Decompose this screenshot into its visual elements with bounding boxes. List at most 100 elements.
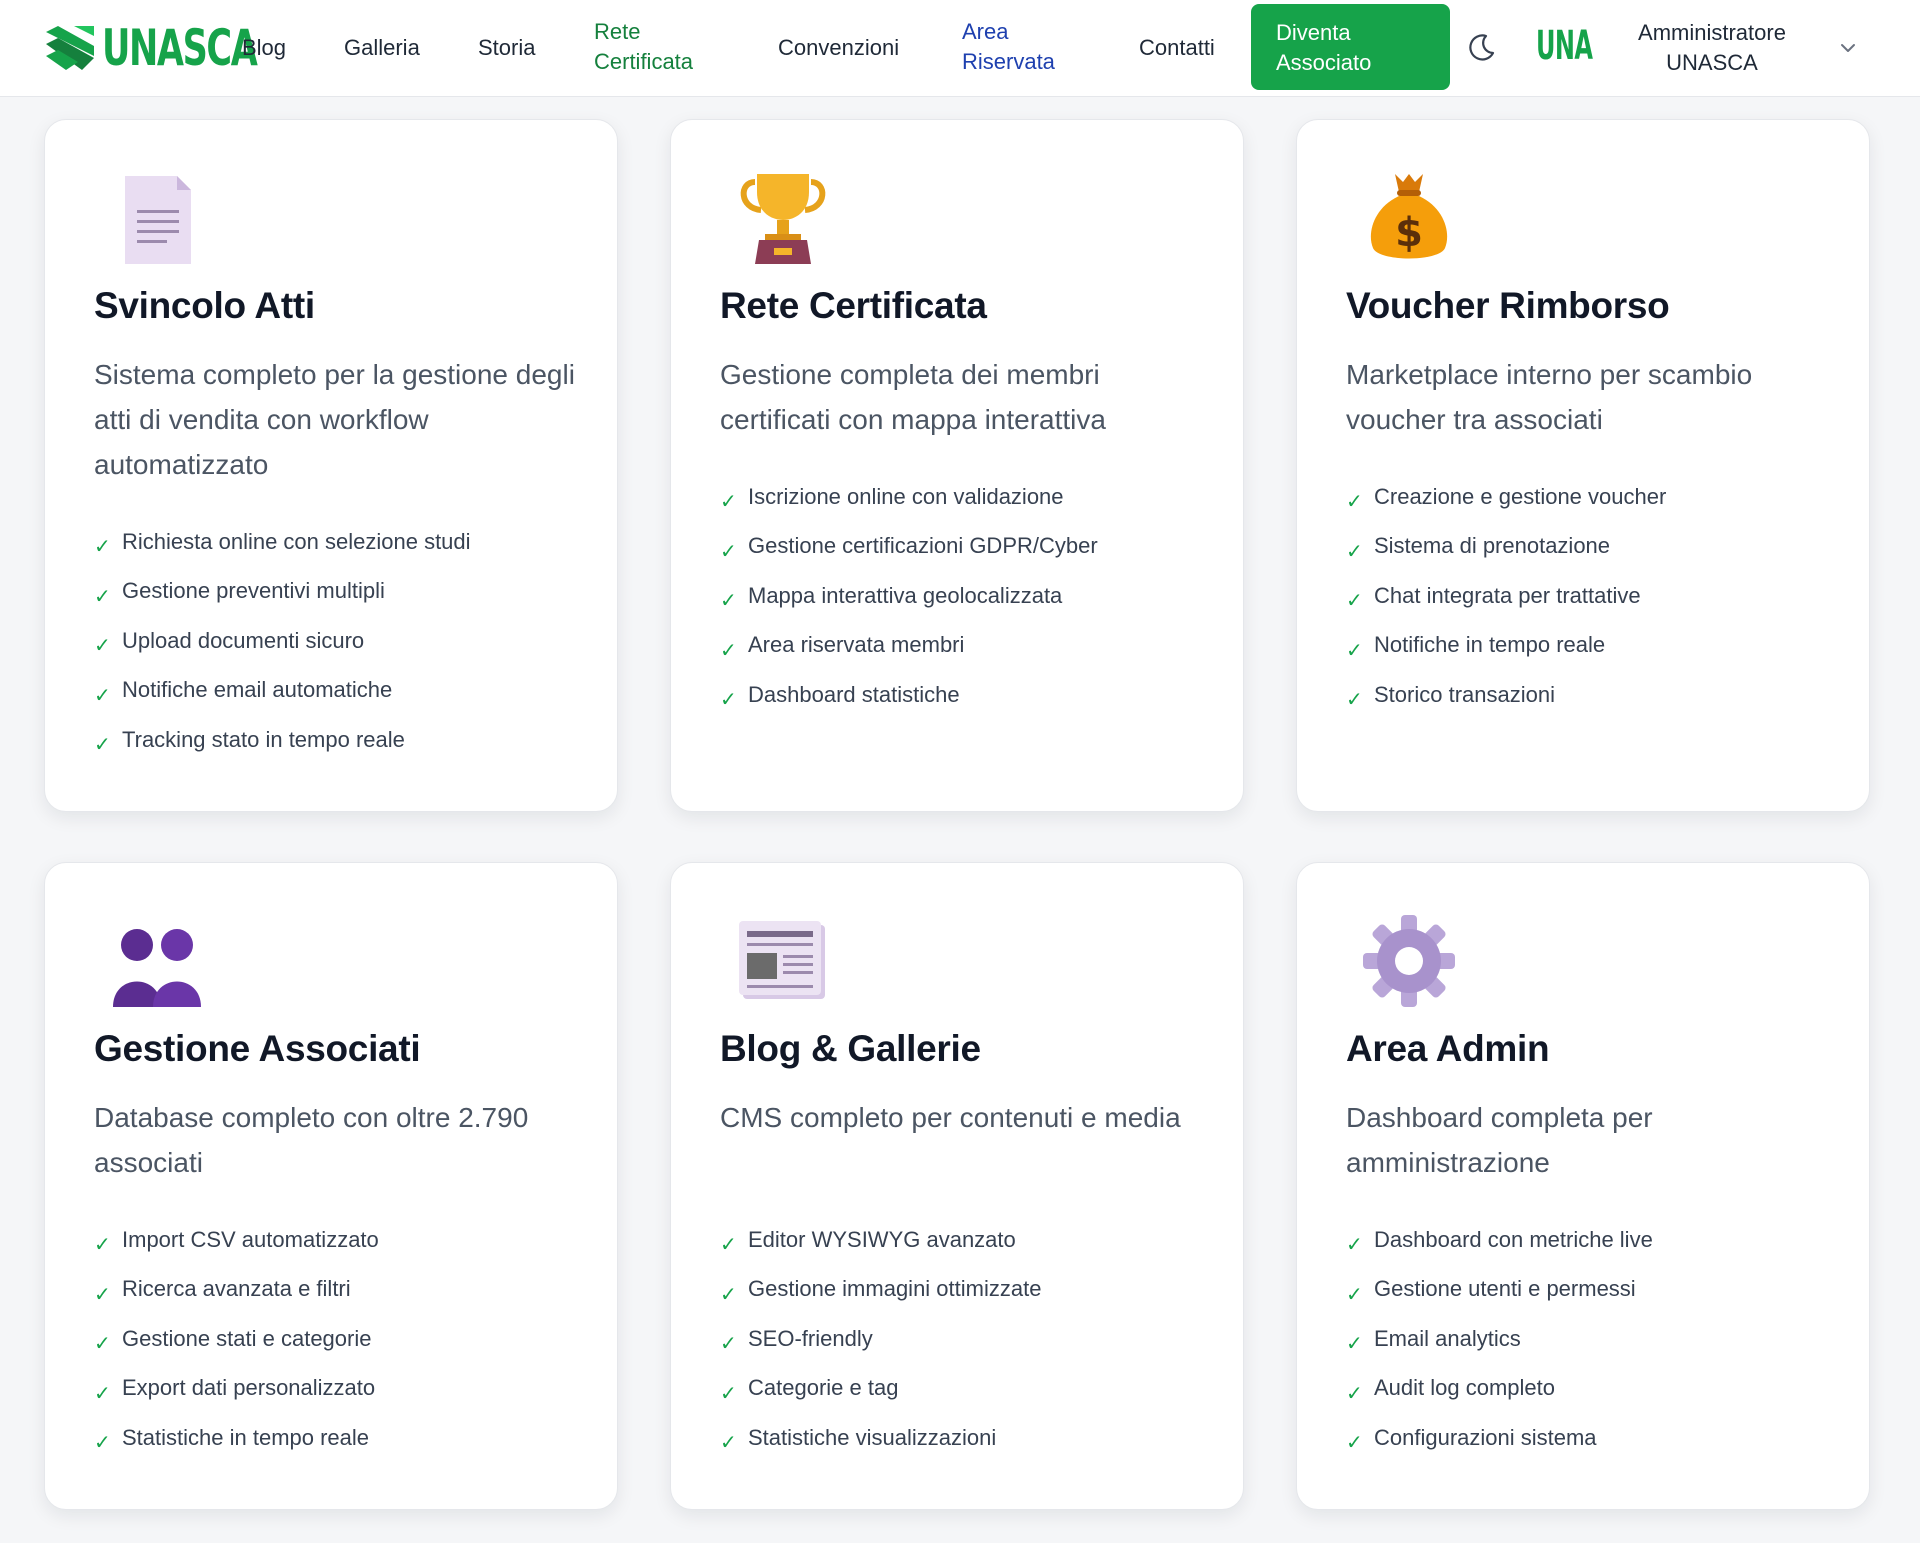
- feature-item: ✓ SEO-friendly: [720, 1325, 873, 1356]
- money-bag-icon: $: [1370, 174, 1448, 259]
- users-icon: [113, 929, 201, 1007]
- check-icon: ✓: [1346, 639, 1363, 662]
- check-icon: ✓: [720, 540, 737, 563]
- feature-item: ✓ Statistiche visualizzazioni: [720, 1424, 997, 1455]
- document-icon: [125, 176, 191, 264]
- feature-list: ✓ Dashboard con metriche live ✓ Gestione u…: [1346, 1215, 1653, 1463]
- check-icon: ✓: [94, 684, 111, 707]
- check-icon: ✓: [720, 639, 737, 662]
- feature-item: ✓ Dashboard statistiche: [720, 681, 960, 712]
- check-icon: ✓: [720, 1382, 737, 1405]
- feature-list: ✓ Creazione e gestione voucher ✓ Sistema d…: [1346, 472, 1666, 720]
- check-icon: ✓: [720, 491, 737, 514]
- feature-list: ✓ Import CSV automatizzato ✓ Ricerca avanz…: [94, 1215, 379, 1463]
- card-title: Svincolo Atti: [94, 285, 315, 326]
- feature-list: ✓ Editor WYSIWYG avanzato ✓ Gestione immag…: [720, 1215, 1041, 1463]
- feature-item: ✓ Categorie e tag: [720, 1375, 899, 1405]
- card-description: Marketplace interno per scambio voucher …: [1346, 359, 1753, 435]
- check-icon: ✓: [720, 1283, 737, 1306]
- feature-card-blog-gallerie[interactable]: Blog & Gallerie CMS completo per contenu…: [670, 862, 1244, 1510]
- feature-item: ✓ Upload documenti sicuro: [94, 627, 365, 658]
- check-icon: ✓: [1346, 1333, 1363, 1356]
- check-icon: ✓: [94, 1382, 111, 1405]
- feature-item: ✓ Dashboard con metriche live: [1346, 1226, 1653, 1257]
- check-icon: ✓: [94, 1283, 111, 1306]
- feature-item: ✓ Import CSV automatizzato: [94, 1226, 379, 1257]
- feature-item: ✓ Chat integrata per trattative: [1346, 582, 1641, 613]
- feature-item: ✓ Sistema di prenotazione: [1346, 533, 1611, 563]
- feature-item: ✓ Mappa interattiva geolocalizzata: [720, 582, 1063, 613]
- feature-item: ✓ Richiesta online con selezione studi: [94, 528, 471, 559]
- check-icon: ✓: [1346, 1432, 1363, 1455]
- check-icon: ✓: [720, 590, 737, 613]
- check-icon: ✓: [94, 1333, 111, 1356]
- check-icon: ✓: [94, 585, 111, 608]
- feature-item: ✓ Gestione utenti e permessi: [1346, 1276, 1636, 1306]
- check-icon: ✓: [1346, 491, 1363, 514]
- feature-item: ✓ Notifiche in tempo reale: [1346, 632, 1606, 662]
- feature-item: ✓ Gestione certificazioni GDPR/Cyber: [720, 533, 1098, 563]
- feature-item: ✓ Email analytics: [1346, 1325, 1521, 1356]
- check-icon: ✓: [1346, 1382, 1363, 1405]
- chevron-down-icon[interactable]: [1838, 38, 1858, 58]
- check-icon: ✓: [720, 1234, 737, 1257]
- nav-link-galleria[interactable]: Galleria: [344, 33, 420, 63]
- feature-item: ✓ Export dati personalizzato: [94, 1375, 376, 1405]
- check-icon: ✓: [94, 1234, 111, 1257]
- nav-link-storia[interactable]: Storia: [478, 33, 535, 63]
- check-icon: ✓: [1346, 540, 1363, 563]
- feature-item: ✓ Area riservata membri: [720, 632, 965, 662]
- feature-card-voucher-rimborso[interactable]: $ Voucher Rimborso Marketplace interno p…: [1296, 119, 1870, 812]
- feature-list: ✓ Iscrizione online con validazione ✓ Gest…: [720, 472, 1098, 720]
- trophy-icon: [740, 174, 826, 264]
- feature-item: ✓ Statistiche in tempo reale: [94, 1424, 370, 1455]
- check-icon: ✓: [720, 689, 737, 712]
- svg-text:$: $: [1395, 210, 1423, 256]
- check-icon: ✓: [720, 1432, 737, 1455]
- user-menu-label[interactable]: Amministratore UNASCA: [1620, 18, 1804, 78]
- feature-card-svincolo-atti[interactable]: Svincolo Atti Sistema completo per la ge…: [44, 119, 618, 812]
- diventa-associato-button[interactable]: Diventa Associato: [1251, 4, 1450, 90]
- newspaper-icon: [739, 921, 825, 999]
- check-icon: ✓: [94, 734, 111, 757]
- feature-item: ✓ Ricerca avanzata e filtri: [94, 1276, 351, 1306]
- check-icon: ✓: [1346, 1283, 1363, 1306]
- check-icon: ✓: [94, 635, 111, 658]
- feature-item: ✓ Gestione preventivi multipli: [94, 578, 385, 608]
- card-title: Voucher Rimborso: [1346, 285, 1670, 326]
- card-description: Dashboard completa per amministrazione: [1346, 1102, 1653, 1178]
- feature-item: ✓ Notifiche email automatiche: [94, 677, 393, 707]
- feature-item: ✓ Editor WYSIWYG avanzato: [720, 1226, 1016, 1257]
- feature-item: ✓ Audit log completo: [1346, 1375, 1555, 1405]
- feature-item: ✓ Gestione immagini ottimizzate: [720, 1276, 1042, 1306]
- feature-list: ✓ Richiesta online con selezione studi ✓ G…: [94, 517, 471, 765]
- nav-link-rete-certificata[interactable]: Rete Certificata: [594, 17, 714, 77]
- check-icon: ✓: [1346, 1234, 1363, 1257]
- una-logo: UNA: [1536, 23, 1593, 69]
- feature-item: ✓ Iscrizione online con validazione: [720, 483, 1064, 514]
- nav-link-convenzioni[interactable]: Convenzioni: [778, 33, 899, 63]
- nav-link-area-riservata[interactable]: Area Riservata: [962, 17, 1072, 77]
- unasca-logo-mark-icon: [46, 26, 94, 70]
- check-icon: ✓: [94, 536, 111, 559]
- card-description: Database completo con oltre 2.790 associ…: [94, 1102, 529, 1178]
- feature-card-gestione-associati[interactable]: Gestione Associati Database completo con…: [44, 862, 618, 1510]
- card-title: Gestione Associati: [94, 1028, 421, 1069]
- feature-item: ✓ Creazione e gestione voucher: [1346, 483, 1667, 514]
- check-icon: ✓: [94, 1432, 111, 1455]
- moon-icon[interactable]: [1466, 31, 1498, 63]
- feature-item: ✓ Storico transazioni: [1346, 681, 1555, 712]
- logo-wordmark: UNASCA: [102, 19, 258, 77]
- card-title: Area Admin: [1346, 1028, 1550, 1069]
- gear-icon: [1363, 915, 1455, 1007]
- feature-card-area-admin[interactable]: Area Admin Dashboard completa per ammini…: [1296, 862, 1870, 1510]
- card-description: CMS completo per contenuti e media: [720, 1102, 1181, 1133]
- nav-link-blog[interactable]: Blog: [242, 33, 286, 63]
- check-icon: ✓: [720, 1333, 737, 1356]
- feature-card-rete-certificata[interactable]: Rete Certificata Gestione completa dei m…: [670, 119, 1244, 812]
- card-title: Rete Certificata: [720, 285, 987, 326]
- card-description: Sistema completo per la gestione degli a…: [94, 359, 575, 480]
- check-icon: ✓: [1346, 689, 1363, 712]
- nav-link-contatti[interactable]: Contatti: [1139, 33, 1215, 63]
- top-navbar: UNASCA Blog Galleria Storia Rete Certifi…: [0, 0, 1920, 97]
